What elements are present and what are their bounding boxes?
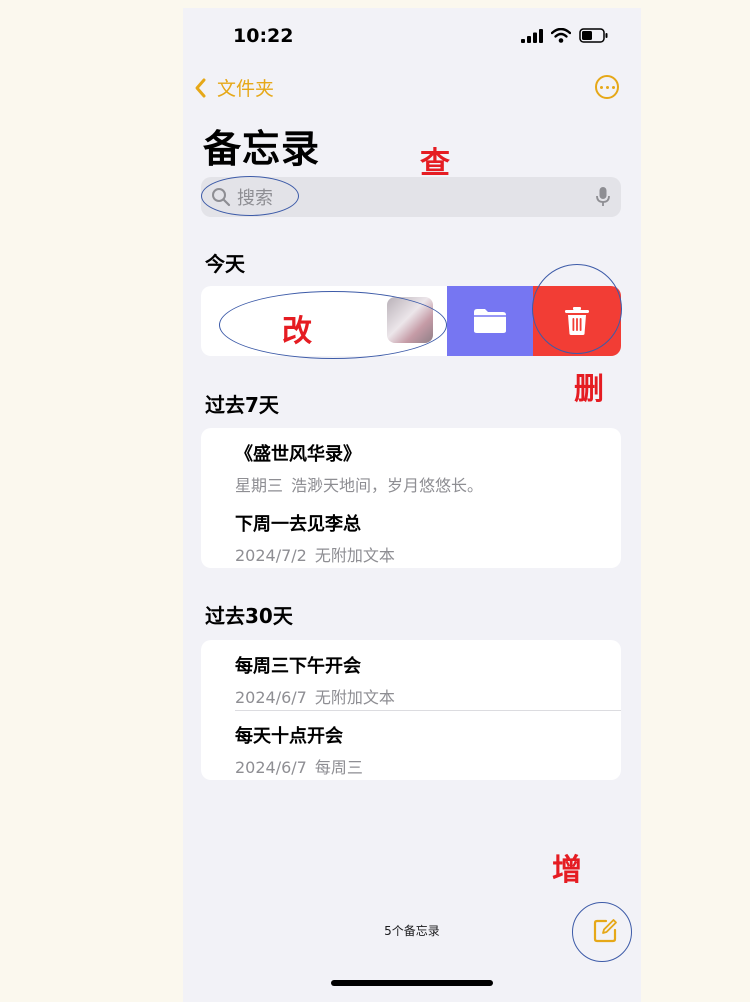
wifi-icon — [551, 28, 571, 43]
note-title: 每周三下午开会 — [235, 656, 361, 677]
annotation-circle-edit — [219, 291, 447, 359]
ellipsis-circle-icon[interactable] — [595, 75, 619, 99]
signal-icon — [521, 28, 543, 43]
microphone-icon[interactable] — [595, 185, 611, 209]
note-title: 《盛世风华录》 — [235, 444, 361, 465]
list-item[interactable]: 下周一去见李总 2024/7/2 无附加文本 — [235, 510, 395, 566]
section-header-past-7-days: 过去7天 — [205, 393, 279, 417]
annotation-circle-search — [201, 176, 299, 216]
back-label: 文件夹 — [217, 78, 275, 100]
annotation-delete-label: 删 — [574, 372, 604, 407]
annotation-edit-label: 改 — [282, 314, 312, 349]
section-header-past-30-days: 过去30天 — [205, 604, 293, 628]
section-header-today: 今天 — [205, 252, 245, 276]
annotation-add-label: 增 — [552, 853, 582, 888]
folder-icon — [474, 309, 506, 333]
chevron-left-icon — [195, 78, 206, 97]
note-preview: 无附加文本 — [314, 688, 395, 707]
note-title: 下周一去见李总 — [235, 514, 361, 535]
note-preview: 无附加文本 — [314, 546, 395, 565]
divider — [235, 710, 621, 711]
note-date: 星期三 — [235, 476, 284, 495]
list-item[interactable]: 《盛世风华录》 星期三 浩渺天地间，岁月悠悠长。 — [235, 440, 483, 496]
note-preview: 浩渺天地间，岁月悠悠长。 — [291, 476, 484, 495]
note-date: 2024/6/7 — [235, 688, 307, 707]
battery-icon — [579, 28, 608, 43]
note-preview: 每周三 — [314, 758, 363, 777]
list-item[interactable]: 每天十点开会 2024/6/7 每周三 — [235, 722, 363, 778]
move-to-folder-button[interactable] — [447, 286, 533, 356]
note-date: 2024/6/7 — [235, 758, 307, 777]
status-time: 10:22 — [233, 25, 294, 47]
notes-group-past-30-days: 每周三下午开会 2024/6/7 无附加文本 每天十点开会 2024/6/7 每周三 — [201, 640, 621, 780]
annotation-circle-delete — [532, 264, 622, 354]
notes-group-past-7-days: 《盛世风华录》 星期三 浩渺天地间，岁月悠悠长。 下周一去见李总 2024/7/2… — [201, 428, 621, 568]
note-date: 2024/7/2 — [235, 546, 307, 565]
back-button[interactable]: 文件夹 — [193, 74, 274, 101]
status-icons — [521, 28, 609, 43]
home-indicator — [331, 980, 493, 986]
annotation-search-label: 查 — [420, 146, 450, 181]
list-item[interactable]: 每周三下午开会 2024/6/7 无附加文本 — [235, 652, 395, 708]
note-title: 每天十点开会 — [235, 726, 343, 747]
page-title: 备忘录 — [203, 127, 321, 171]
annotation-circle-add — [572, 902, 632, 962]
